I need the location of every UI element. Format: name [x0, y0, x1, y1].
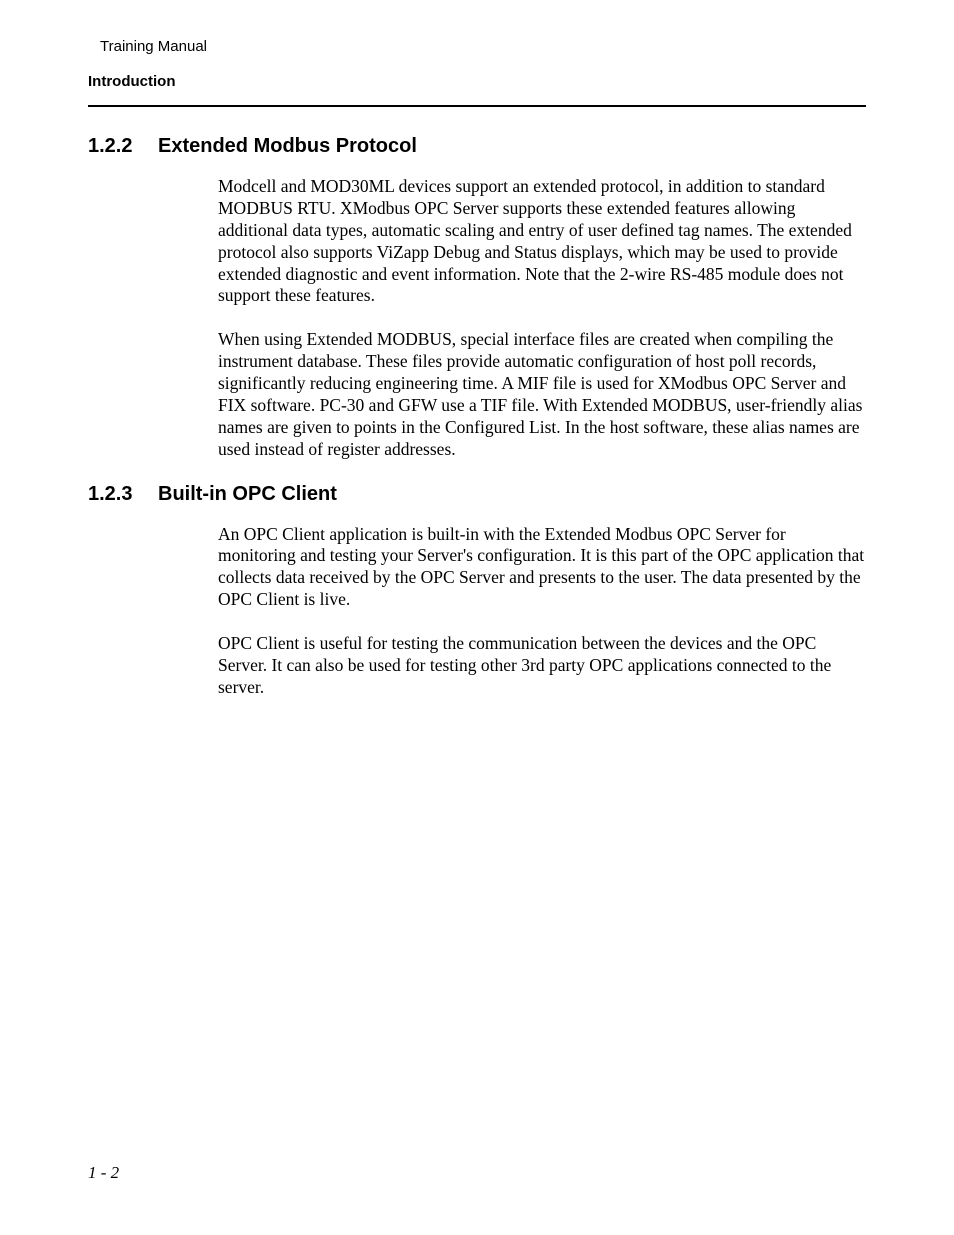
chapter-title: Introduction: [88, 73, 866, 90]
section-body-1: Modcell and MOD30ML devices support an e…: [88, 176, 866, 461]
section-number: 1.2.3: [88, 483, 140, 506]
header-divider: [88, 105, 866, 107]
paragraph: OPC Client is useful for testing the com…: [218, 633, 866, 699]
section-title: Built-in OPC Client: [158, 483, 337, 506]
document-title: Training Manual: [88, 38, 866, 55]
section-title: Extended Modbus Protocol: [158, 135, 417, 158]
page-number: 1 - 2: [88, 1163, 119, 1183]
page-container: Training Manual Introduction 1.2.2 Exten…: [0, 0, 954, 699]
section-heading-1: 1.2.2 Extended Modbus Protocol: [88, 135, 866, 158]
section-number: 1.2.2: [88, 135, 140, 158]
paragraph: When using Extended MODBUS, special inte…: [218, 329, 866, 460]
paragraph: Modcell and MOD30ML devices support an e…: [218, 176, 866, 307]
paragraph: An OPC Client application is built-in wi…: [218, 524, 866, 612]
section-heading-2: 1.2.3 Built-in OPC Client: [88, 483, 866, 506]
section-body-2: An OPC Client application is built-in wi…: [88, 524, 866, 699]
